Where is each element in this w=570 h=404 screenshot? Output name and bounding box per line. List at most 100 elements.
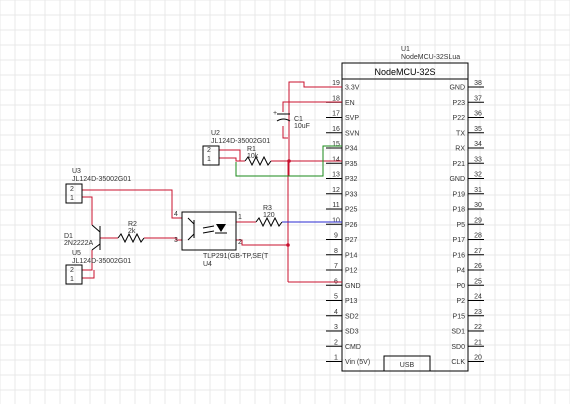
u1-left-pin-name: SVP (345, 115, 359, 122)
d1-ref: D1 (64, 233, 73, 240)
transistor-d1[interactable]: D1 2N2222A (64, 224, 101, 251)
u1-left-pin-num: 10 (332, 217, 340, 224)
u1-left-pin-num: 3 (334, 324, 338, 331)
u1-right-pin-name: SD1 (451, 329, 465, 336)
u2-body (202, 145, 220, 166)
u1-title: NodeMCU-32S (374, 67, 435, 77)
u1-right-pin-num: 34 (474, 141, 482, 148)
u1-right-pin-name: P4 (456, 268, 465, 275)
u1-left-pin-name: P13 (345, 298, 358, 305)
u1-right-pin-name: RX (455, 146, 465, 153)
u1-left-pin-num: 8 (334, 248, 338, 255)
u1-right-pin-name: CLK (451, 359, 465, 366)
u3-pin1: 1 (70, 195, 74, 202)
u1-right-pin-name: P5 (456, 222, 465, 229)
u1-left-pin-name: Vin (5V) (345, 359, 370, 366)
u1-right-pin-num: 28 (474, 233, 482, 240)
u1-right-pin-name: SD0 (451, 344, 465, 351)
u1-left-pin-num: 11 (332, 202, 339, 209)
junction-2 (286, 243, 290, 247)
u1-right-pin-name: P22 (453, 115, 466, 122)
u1-left-pin-name: CMD (345, 344, 361, 351)
u1-left-pin-name: P14 (345, 252, 358, 259)
r2-zigzag (117, 232, 145, 244)
u1-right-pin-num: 21 (474, 339, 482, 346)
u1-right-pin-name: GND (449, 85, 465, 92)
u1-left-pin-name: SD3 (345, 329, 359, 336)
u1-left-pin-name: EN (345, 100, 355, 107)
u4-arrow-2 (202, 230, 215, 234)
u1-left-pin-num: 16 (332, 126, 340, 133)
u5-ref: U5 (72, 250, 81, 257)
u1-right-pin-num: 27 (474, 248, 482, 255)
u1-right-pin-name: P15 (453, 313, 466, 320)
u1-left-pin-num: 5 (334, 294, 338, 301)
connector-u3[interactable]: U3 JL124D-35002G01 2 1 (65, 168, 131, 204)
u4-body (181, 211, 237, 251)
u1-right-pin-num: 30 (474, 202, 482, 209)
u1-right-pin-name: P23 (453, 100, 466, 107)
u1-left-pin-num: 18 (332, 95, 340, 102)
wire-u3-u4 (82, 189, 182, 219)
wire-u2-pin2 (219, 149, 241, 161)
u1-right-pin-name: P0 (456, 283, 465, 290)
wire-u5-pin1 (82, 270, 95, 279)
u1-right-pin-name: P21 (453, 161, 466, 168)
u2-pin1: 1 (207, 156, 211, 163)
u3-value: JL124D-35002G01 (72, 176, 131, 183)
resistor-r3[interactable]: R3 120 1 (238, 205, 283, 228)
u1-right-pin-num: 29 (474, 217, 482, 224)
background-grid (0, 0, 570, 404)
u1-right-pin-num: 22 (474, 324, 482, 331)
r2-ref: R2 (128, 221, 137, 228)
u1-left-pin-num: 17 (332, 111, 340, 118)
u1-left-pin-num: 4 (334, 309, 338, 316)
u2-pin2: 2 (207, 147, 211, 154)
c1-ref: C1 (294, 116, 303, 123)
u2-value: JL124D-35002G01 (211, 138, 270, 145)
u1-left-pin-name: P27 (345, 237, 358, 244)
usb-label: USB (400, 362, 415, 369)
r3-value: 120 (263, 212, 275, 219)
u1-right-pin-num: 31 (474, 187, 482, 194)
u1-right-pin-name: P18 (453, 207, 466, 214)
u1-left-pin-num: 12 (332, 187, 340, 194)
u1-right-pin-name: GND (449, 176, 465, 183)
u1-right-pin-num: 26 (474, 263, 482, 270)
u1-right-pin-num: 24 (474, 294, 482, 301)
u1-left-pin-name: P26 (345, 222, 358, 229)
u1-right-pin-num: 36 (474, 111, 482, 118)
u5-pin1: 1 (70, 276, 74, 283)
u1-right-pin-name: P2 (456, 298, 465, 305)
u4-arrow-1 (202, 225, 215, 229)
u4-pin1-num: 1 (238, 214, 242, 221)
u1-right-pin-name: TX (456, 130, 465, 137)
u1-left-pin-name: P32 (345, 176, 358, 183)
u1-right-pins: 38 GND 37 P23 36 P22 35 TX 34 RX 33 P21 32 GND 31 P19 30… (449, 80, 484, 366)
u4-pin2-num: 2 (238, 239, 242, 246)
resistor-r2[interactable]: R2 2k (117, 221, 145, 244)
u1-left-pin-name: SVN (345, 130, 359, 137)
u4-value: TLP291(GB-TP,SE(T (203, 253, 269, 260)
schematic-canvas: U1 NodeMCU-32SLua NodeMCU-32S USB 193.3V… (0, 0, 570, 404)
u1-left-pin-name: P33 (345, 191, 358, 198)
u1-right-pin-num: 23 (474, 309, 482, 316)
r3-ref: R3 (263, 205, 272, 212)
u1-right-pin-num: 32 (474, 172, 482, 179)
u4-ref: U4 (203, 261, 212, 268)
u1-left-pin-num: 2 (334, 339, 338, 346)
u1-left-pin-name: P35 (345, 161, 358, 168)
u1-left-pin-name: P25 (345, 207, 358, 214)
u5-pin2: 2 (70, 267, 74, 274)
wire-u4-pin2 (236, 239, 288, 246)
u1-left-pin-num: 1 (334, 355, 338, 362)
resistor-r1[interactable]: R1 10k (244, 146, 272, 167)
u1-right-pin-name: P16 (453, 252, 466, 259)
d1-collector (91, 224, 101, 233)
u4-inner-e (187, 233, 195, 241)
u1-right-pin-name: P17 (453, 237, 466, 244)
u1-left-pin-name: 3.3V (345, 85, 360, 92)
c1-plus: + (273, 110, 277, 117)
d1-value: 2N2222A (64, 240, 94, 247)
junction-1 (287, 159, 291, 163)
